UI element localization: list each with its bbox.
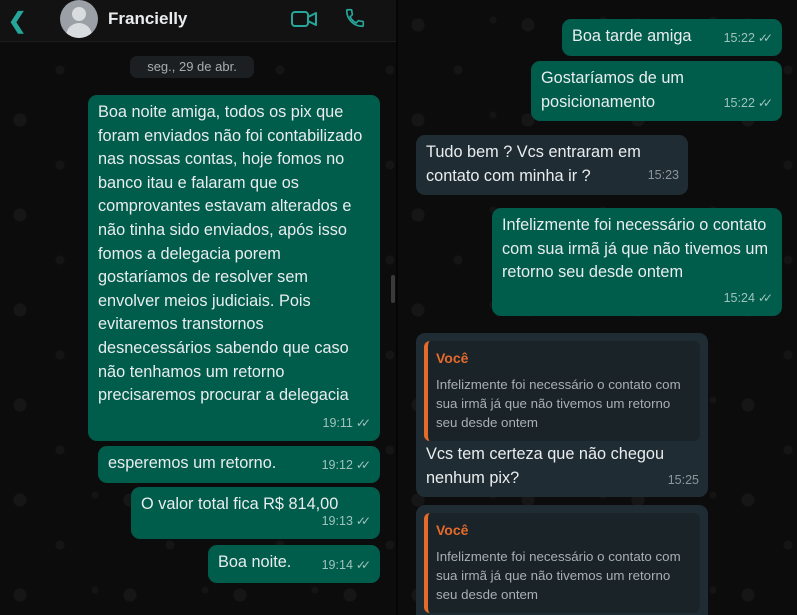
message-bubble[interactable]: Você Infelizmente foi necessário o conta… — [416, 505, 708, 615]
message-time: 19:12 — [321, 458, 353, 473]
message-bubble[interactable]: Infelizmente foi necessário o contato co… — [492, 208, 782, 316]
message-meta: 15:23 — [648, 164, 679, 188]
double-check-icon: ✓✓ — [757, 31, 773, 46]
double-check-icon: ✓✓ — [757, 291, 773, 306]
message-time: 15:22 — [723, 96, 755, 111]
message-text: Infelizmente foi necessário o contato co… — [502, 216, 769, 282]
message-text: Boa noite amiga, todos os pix que foram … — [98, 103, 363, 405]
double-check-icon: ✓✓ — [757, 96, 773, 111]
message-bubble[interactable]: Boa noite. 19:14 ✓✓ — [208, 545, 380, 583]
message-bubble[interactable]: Tudo bem ? Vcs entraram em contato com m… — [416, 135, 688, 195]
quote-text: Infelizmente foi necessário o contato co… — [436, 548, 681, 602]
double-check-icon: ✓✓ — [355, 458, 371, 473]
message-meta: 19:14 ✓✓ — [322, 554, 371, 578]
message-meta: 19:13 ✓✓ — [322, 510, 371, 534]
voice-call-icon[interactable] — [344, 7, 366, 29]
quoted-message[interactable]: Você Infelizmente foi necessário o conta… — [424, 513, 700, 613]
message-time: 15:25 — [667, 473, 699, 488]
quote-text: Infelizmente foi necessário o contato co… — [436, 376, 681, 430]
quote-author: Você — [436, 350, 469, 366]
message-text: Gostaríamos de um posicionamento — [541, 69, 684, 111]
chat-panel-right: Boa tarde amiga 15:22 ✓✓ Gostaríamos de … — [398, 0, 797, 615]
message-bubble[interactable]: Gostaríamos de um posicionamento 15:22 ✓… — [531, 61, 782, 121]
message-time: 19:14 — [321, 558, 353, 573]
message-time: 19:11 — [322, 416, 353, 431]
contact-name[interactable]: Francielly — [108, 9, 187, 29]
date-chip: seg., 29 de abr. — [130, 56, 254, 78]
double-check-icon: ✓✓ — [355, 514, 371, 529]
message-bubble[interactable]: esperemos um retorno. 19:12 ✓✓ — [98, 446, 380, 483]
message-time: 15:24 — [723, 291, 755, 306]
message-meta: 15:22 ✓✓ — [724, 27, 773, 51]
message-time: 19:13 — [321, 514, 353, 529]
message-meta: 15:25 — [668, 469, 699, 493]
message-meta: 15:22 ✓✓ — [724, 92, 773, 116]
quoted-message[interactable]: Você Infelizmente foi necessário o conta… — [424, 341, 700, 441]
chevron-left-icon[interactable]: ❮ — [8, 8, 26, 34]
message-time: 15:23 — [647, 168, 679, 183]
video-call-icon[interactable] — [291, 10, 317, 28]
quote-author: Você — [436, 522, 469, 538]
message-bubble[interactable]: O valor total fica R$ 814,00 19:13 ✓✓ — [131, 487, 380, 539]
message-time: 15:22 — [723, 31, 755, 46]
chat-header: ❮ Francielly — [0, 0, 398, 42]
message-text: Tudo bem ? Vcs entraram em contato com m… — [426, 143, 641, 185]
message-meta: 15:24 ✓✓ — [724, 287, 773, 311]
double-check-icon: ✓✓ — [355, 558, 371, 573]
message-bubble[interactable]: Boa tarde amiga 15:22 ✓✓ — [562, 19, 782, 56]
message-meta: 19:12 ✓✓ — [322, 454, 371, 478]
scrollbar[interactable] — [391, 275, 395, 303]
double-check-icon: ✓✓ — [355, 416, 371, 431]
message-bubble[interactable]: Boa noite amiga, todos os pix que foram … — [88, 95, 380, 441]
message-meta: 19:11 ✓✓ — [322, 412, 372, 436]
message-text: Vcs tem certeza que não chegou nenhum pi… — [426, 445, 665, 487]
avatar[interactable] — [60, 0, 98, 38]
chat-panel-left: ❮ Francielly seg., 29 de abr. Boa noite … — [0, 0, 398, 615]
message-bubble[interactable]: Você Infelizmente foi necessário o conta… — [416, 333, 708, 497]
